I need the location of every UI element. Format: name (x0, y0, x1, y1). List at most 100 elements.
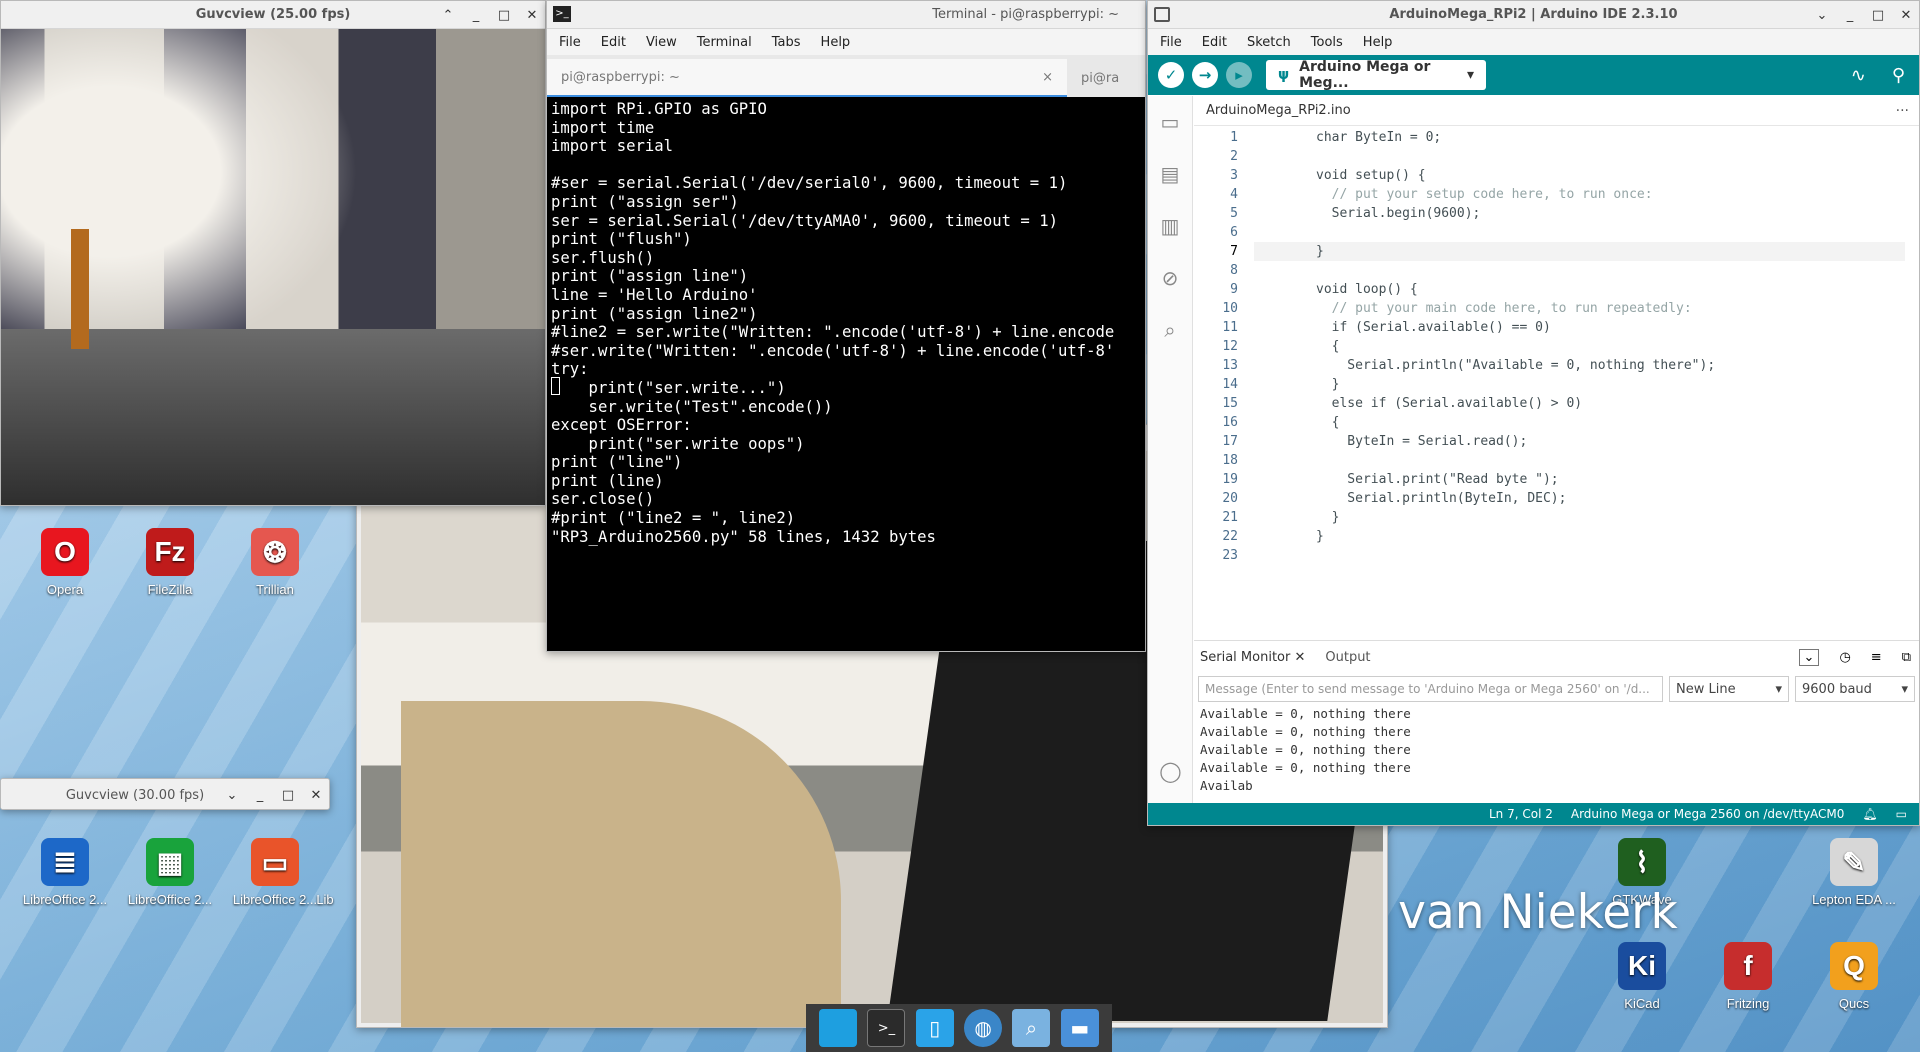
terminal-line: print ("assign ser") (551, 192, 739, 211)
libreoffice-calc-icon: ▦ (146, 838, 194, 886)
desktop-icon-label: Qucs (1838, 996, 1870, 1011)
close-icon[interactable]: ✕ (1899, 8, 1913, 23)
file-manager-icon[interactable]: ▯ (915, 1009, 954, 1047)
terminal-line: ser.close() (551, 490, 655, 509)
message-input[interactable]: Message (Enter to send message to 'Ardui… (1198, 676, 1663, 702)
close-icon[interactable]: ✕ (309, 788, 323, 803)
chevron-down-icon: ▾ (1901, 681, 1908, 697)
guvcview-small-title: Guvcview (30.00 fps) (65, 787, 205, 803)
ide-sidebar: ▭ ▤ ▥ ⊘ ⌕ ◯ (1148, 96, 1193, 803)
menu-item-tabs[interactable]: Tabs (772, 35, 801, 50)
menu-item-tools[interactable]: Tools (1311, 35, 1343, 50)
arduino-ide-window[interactable]: ArduinoMega_RPi2 | Arduino IDE 2.3.10 ⌄ … (1147, 0, 1920, 826)
desktop-icon-qucs[interactable]: Q Qucs (1806, 942, 1902, 1011)
minimize-icon[interactable]: _ (1843, 8, 1857, 23)
file-tab[interactable]: ArduinoMega_RPi2.ino (1194, 103, 1363, 118)
library-manager-icon[interactable]: ▥ (1148, 200, 1192, 252)
folder-icon[interactable]: ▬ (1060, 1009, 1099, 1047)
desktop-icon-kicad[interactable]: Ki KiCad (1594, 942, 1690, 1011)
account-icon[interactable]: ◯ (1148, 745, 1193, 797)
app-finder-icon[interactable]: ⌕ (1012, 1009, 1051, 1047)
desktop-icon-opera[interactable]: O Opera (17, 528, 113, 597)
filezilla-icon: Fz (146, 528, 194, 576)
serial-line: Availab (1200, 778, 1253, 793)
menu-item-terminal[interactable]: Terminal (697, 35, 752, 50)
desktop-icon-lo-calc[interactable]: ▦ LibreOffice 2... (122, 838, 218, 907)
menu-item-help[interactable]: Help (821, 35, 851, 50)
guvcview-window-small[interactable]: Guvcview (30.00 fps) ⌄ _ □ ✕ (0, 778, 330, 810)
desktop-icon-lo-writer[interactable]: ≣ LibreOffice 2... (17, 838, 113, 907)
chevron-down-icon[interactable]: ⌄ (225, 788, 239, 803)
chevron-down-icon[interactable]: ⌄ (1815, 8, 1829, 23)
terminal-titlebar[interactable]: >_ Terminal - pi@raspberrypi: ~ (547, 1, 1145, 29)
minimize-icon[interactable]: _ (253, 788, 267, 803)
tab-serial-monitor[interactable]: Serial Monitor ✕ (1200, 650, 1305, 665)
web-browser-icon[interactable]: ◍ (964, 1009, 1003, 1047)
menu-item-file[interactable]: File (1160, 35, 1182, 50)
close-icon[interactable]: ✕ (525, 8, 539, 23)
code-line: char ByteIn = 0; (1316, 130, 1442, 145)
code-line: Serial.println(ByteIn, DEC); (1316, 491, 1567, 506)
message-placeholder: Message (Enter to send message to 'Ardui… (1205, 682, 1650, 696)
desktop-icon-lo-impress[interactable]: ▭ LibreOffice 2... (227, 838, 323, 907)
toggle-panel-icon[interactable]: ▭ (1896, 807, 1907, 821)
board-selector[interactable]: ψ Arduino Mega or Meg... ▾ (1266, 59, 1486, 91)
tab-close-icon[interactable]: × (1042, 70, 1053, 85)
terminal-launcher-icon[interactable]: >_ (867, 1009, 906, 1047)
boards-manager-icon[interactable]: ▤ (1148, 148, 1192, 200)
desktop-icon-trillian[interactable]: ❂ Trillian (227, 528, 323, 597)
desktop-icon-fritzing[interactable]: f Fritzing (1700, 942, 1796, 1011)
code-line: void loop() { (1316, 282, 1418, 297)
debug-icon[interactable]: ▸ (1226, 62, 1252, 88)
more-options-icon[interactable]: ··· (1896, 103, 1919, 119)
chevron-up-icon[interactable]: ⌃ (441, 8, 455, 23)
clear-output-icon[interactable]: ≡ (1871, 650, 1882, 665)
usb-icon: ψ (1278, 67, 1290, 83)
upload-icon[interactable]: → (1192, 62, 1218, 88)
copy-icon[interactable]: ⧉ (1902, 650, 1911, 665)
terminal-line: line = 'Hello Arduino' (551, 285, 758, 304)
tab-output[interactable]: Output (1325, 650, 1370, 665)
notifications-icon[interactable]: 🔔︎ (1862, 807, 1877, 821)
line-numbers: 1 2 3 4 5 6 7 8 9 10 11 12 13 14 15 16 17 18 19 20 21 22 23 (1194, 128, 1238, 565)
desktop-icon-label: LibreOffice 2... (127, 892, 213, 907)
menu-item-edit[interactable]: Edit (601, 35, 626, 50)
maximize-icon[interactable]: □ (497, 8, 511, 23)
minimize-icon[interactable]: _ (469, 8, 483, 23)
serial-output[interactable]: Available = 0, nothing there Available = … (1194, 705, 1919, 805)
guvcview-small-titlebar[interactable]: Guvcview (30.00 fps) ⌄ _ □ ✕ (1, 779, 329, 809)
code-editor[interactable]: 1 2 3 4 5 6 7 8 9 10 11 12 13 14 15 16 17 18 19 20 21 22 23 ch… (1194, 128, 1919, 640)
menu-item-file[interactable]: File (559, 35, 581, 50)
desktop-icon-lib-partial[interactable]: Lib (310, 838, 340, 907)
terminal-output[interactable]: import RPi.GPIO as GPIO import time import… (547, 97, 1145, 651)
code-line: } (1316, 377, 1340, 392)
line-ending-select[interactable]: New Line ▾ (1669, 676, 1789, 702)
maximize-icon[interactable]: □ (281, 788, 295, 803)
timestamp-icon[interactable]: ◷ (1839, 650, 1850, 665)
desktop-icon-lepton[interactable]: ✎ Lepton EDA ... (1806, 838, 1902, 907)
baud-select[interactable]: 9600 baud ▾ (1795, 676, 1915, 702)
verify-icon[interactable]: ✓ (1158, 62, 1184, 88)
menu-item-edit[interactable]: Edit (1202, 35, 1227, 50)
guvcview-titlebar[interactable]: Guvcview (25.00 fps) ⌃ _ □ ✕ (1, 1, 545, 29)
ide-titlebar[interactable]: ArduinoMega_RPi2 | Arduino IDE 2.3.10 ⌄ … (1148, 1, 1919, 29)
search-icon[interactable]: ⌕ (1148, 304, 1192, 356)
maximize-icon[interactable]: □ (1871, 8, 1885, 23)
line-number: 20 (1222, 491, 1238, 506)
show-desktop-icon[interactable] (819, 1009, 858, 1047)
debug-sidebar-icon[interactable]: ⊘ (1148, 252, 1192, 304)
tab-active[interactable]: pi@raspberrypi: ~ × (547, 59, 1067, 97)
folder-icon[interactable]: ▭ (1148, 96, 1192, 148)
menu-item-help[interactable]: Help (1363, 35, 1393, 50)
menu-item-sketch[interactable]: Sketch (1247, 35, 1291, 50)
line-number: 19 (1222, 472, 1238, 487)
terminal-window[interactable]: >_ Terminal - pi@raspberrypi: ~ File Edit… (546, 0, 1146, 652)
guvcview-window-main[interactable]: Guvcview (25.00 fps) ⌃ _ □ ✕ (0, 0, 546, 506)
tab-inactive[interactable]: pi@ra (1067, 59, 1133, 97)
serial-plotter-icon[interactable]: ∿ (1851, 65, 1866, 86)
desktop-icon-filezilla[interactable]: Fz FileZilla (122, 528, 218, 597)
code-text[interactable]: char ByteIn = 0; void setup() { // put yo… (1316, 128, 1715, 565)
autoscroll-icon[interactable]: ⌄ (1798, 648, 1820, 666)
menu-item-view[interactable]: View (646, 35, 677, 50)
serial-monitor-icon[interactable]: ⚲ (1892, 65, 1905, 86)
